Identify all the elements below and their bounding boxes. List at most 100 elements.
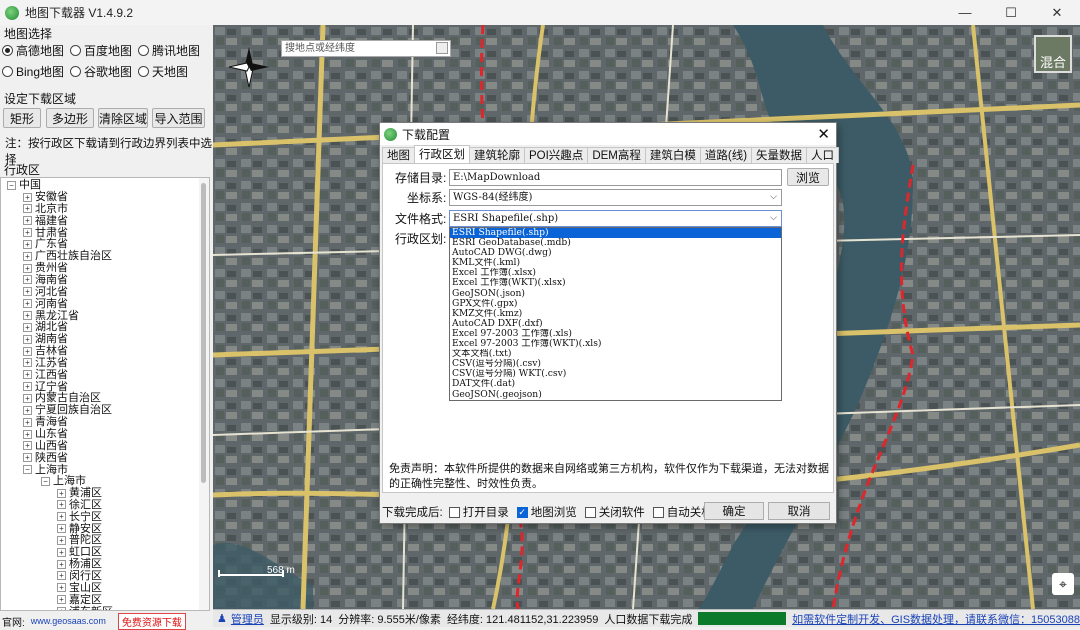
- tree-node-district[interactable]: + 普陀区: [57, 534, 102, 546]
- format-option[interactable]: AutoCAD DXF(.dxf): [450, 319, 781, 329]
- import-range-button[interactable]: 导入范围: [152, 108, 205, 128]
- tree-node-province[interactable]: + 宁夏回族自治区: [23, 404, 112, 416]
- tree-node-shanghai-city[interactable]: − 上海市: [41, 475, 86, 487]
- radio-baidu[interactable]: 百度地图: [70, 42, 132, 59]
- open-dir-checkbox[interactable]: 打开目录: [448, 504, 509, 520]
- radio-bing[interactable]: Bing地图: [2, 63, 64, 80]
- tree-node-province[interactable]: + 贵州省: [23, 262, 68, 274]
- tab-map[interactable]: 地图: [382, 147, 415, 163]
- format-option[interactable]: KML文件(.kml): [450, 258, 781, 268]
- tab-vector[interactable]: 矢量数据: [751, 147, 808, 163]
- tree-scrollbar[interactable]: [199, 178, 209, 610]
- tab-panel: 存储目录: E:\MapDownload 浏览 坐标系: WGS-84(经纬度)…: [382, 163, 834, 493]
- tree-node-district[interactable]: +浦东新区: [57, 606, 113, 610]
- rectangle-button[interactable]: 矩形: [3, 108, 41, 128]
- region-setting-title: 设定下载区域: [4, 92, 77, 106]
- tree-node-district[interactable]: + 嘉定区: [57, 594, 102, 606]
- tree-node-province[interactable]: + 江苏省: [23, 357, 68, 369]
- format-option[interactable]: DAT文件(.dat): [450, 379, 781, 389]
- format-select[interactable]: ESRI Shapefile(.shp) ⌵: [449, 210, 782, 227]
- locate-icon[interactable]: ⌖: [1052, 573, 1074, 595]
- tree-node-district[interactable]: + 长宁区: [57, 511, 102, 523]
- tree-node-province[interactable]: + 福建省: [23, 215, 68, 227]
- radio-gaode[interactable]: 高德地图: [2, 42, 64, 59]
- format-dropdown-list[interactable]: ESRI Shapefile(.shp) ESRI GeoDatabase(.md…: [449, 227, 782, 401]
- format-option[interactable]: GPX文件(.gpx): [450, 299, 781, 309]
- tab-dem[interactable]: DEM高程: [587, 147, 646, 163]
- close-button[interactable]: ✕: [1034, 0, 1080, 25]
- tree-node-province[interactable]: + 北京市: [23, 203, 68, 215]
- cancel-button[interactable]: 取消: [768, 502, 830, 520]
- crs-select[interactable]: WGS-84(经纬度) ⌵: [449, 189, 782, 206]
- tree-node-province[interactable]: + 辽宁省: [23, 381, 68, 393]
- tab-building-outline[interactable]: 建筑轮廓: [469, 147, 525, 163]
- format-option[interactable]: CSV(逗号分隔)(.csv): [450, 359, 781, 369]
- format-option[interactable]: Excel 工作簿(WKT)(.xlsx): [450, 278, 781, 288]
- radio-google[interactable]: 谷歌地图: [70, 63, 132, 80]
- tree-node-china[interactable]: − 中国: [7, 179, 41, 191]
- format-option[interactable]: Excel 97-2003 工作簿(.xls): [450, 329, 781, 339]
- tab-road[interactable]: 道路(线): [699, 147, 753, 163]
- tree-node-province[interactable]: + 海南省: [23, 274, 68, 286]
- tree-node-district[interactable]: + 静安区: [57, 523, 102, 535]
- minimize-button[interactable]: —: [942, 0, 988, 25]
- tree-node-province[interactable]: + 江西省: [23, 369, 68, 381]
- polygon-button[interactable]: 多边形: [46, 108, 94, 128]
- format-option[interactable]: GeoJSON(.geojson): [450, 390, 781, 400]
- tree-node-province[interactable]: + 广东省: [23, 238, 68, 250]
- format-option[interactable]: ESRI GeoDatabase(.mdb): [450, 238, 781, 248]
- region-tree[interactable]: − 中国 + 安徽省 + 北京市 + 福建省 + 甘肃省 + 广东省 + 广西壮族自治区 + 贵州省 + 海南省…: [0, 177, 210, 611]
- tree-node-province[interactable]: + 陕西省: [23, 452, 68, 464]
- browse-button[interactable]: 浏览: [787, 168, 829, 186]
- tree-node-province[interactable]: + 吉林省: [23, 345, 68, 357]
- tab-population[interactable]: 人口: [806, 147, 840, 163]
- tree-node-province[interactable]: + 湖北省: [23, 321, 68, 333]
- tree-node-province[interactable]: + 安徽省: [23, 191, 68, 203]
- tree-node-province[interactable]: + 湖南省: [23, 333, 68, 345]
- tree-node-province[interactable]: + 山东省: [23, 428, 68, 440]
- layer-switch-button[interactable]: 混合: [1034, 35, 1072, 73]
- format-option[interactable]: Excel 97-2003 工作簿(WKT)(.xls): [450, 339, 781, 349]
- tree-node-province[interactable]: + 甘肃省: [23, 227, 68, 239]
- map-browse-checkbox[interactable]: ✓ 地图浏览: [516, 504, 577, 520]
- format-option[interactable]: CSV(逗号分隔) WKT(.csv): [450, 369, 781, 379]
- tree-node-province[interactable]: + 黑龙江省: [23, 310, 79, 322]
- storage-path-field[interactable]: E:\MapDownload: [449, 169, 782, 186]
- map-search-input[interactable]: 搜地点或经纬度: [281, 40, 451, 57]
- format-option[interactable]: GeoJSON(.json): [450, 289, 781, 299]
- format-option[interactable]: 文本文档(.txt): [450, 349, 781, 359]
- tree-node-province[interactable]: + 广西壮族自治区: [23, 250, 112, 262]
- tree-node-district[interactable]: + 黄浦区: [57, 487, 102, 499]
- dialog-title: 下载配置: [402, 127, 451, 142]
- tab-admin-division[interactable]: 行政区划: [414, 145, 470, 163]
- tree-node-province[interactable]: − 上海市: [23, 464, 68, 476]
- left-panel: 地图选择 高德地图 百度地图 腾讯地图 Bing地图 谷歌地图 天地图 设定下载…: [0, 25, 213, 630]
- maximize-button[interactable]: ☐: [988, 0, 1034, 25]
- tree-node-district[interactable]: + 宝山区: [57, 582, 102, 594]
- tree-node-province[interactable]: + 河北省: [23, 286, 68, 298]
- format-option[interactable]: KMZ文件(.kmz): [450, 309, 781, 319]
- tab-poi[interactable]: POI兴趣点: [524, 147, 589, 163]
- tree-node-district[interactable]: + 杨浦区: [57, 558, 102, 570]
- clear-region-button[interactable]: 清除区域: [98, 108, 148, 128]
- tree-node-district[interactable]: + 闵行区: [57, 570, 102, 582]
- tree-node-district[interactable]: + 徐汇区: [57, 499, 102, 511]
- user-link[interactable]: 管理员: [231, 611, 264, 627]
- radio-tianditu[interactable]: 天地图: [138, 63, 188, 80]
- ok-button[interactable]: 确定: [704, 502, 764, 520]
- format-option[interactable]: Excel 工作簿(.xlsx): [450, 268, 781, 278]
- promo-link[interactable]: 如需软件定制开发、GIS数据处理，请联系微信：15053088: [792, 611, 1080, 627]
- tree-node-province[interactable]: + 青海省: [23, 416, 68, 428]
- tab-building-model[interactable]: 建筑白模: [644, 147, 701, 163]
- format-option[interactable]: AutoCAD DWG(.dwg): [450, 248, 781, 258]
- format-option[interactable]: ESRI Shapefile(.shp): [450, 228, 781, 239]
- tree-node-province[interactable]: + 河南省: [23, 298, 68, 310]
- tree-node-district[interactable]: + 虹口区: [57, 546, 102, 558]
- tree-node-province[interactable]: + 山西省: [23, 440, 68, 452]
- search-icon[interactable]: [436, 42, 448, 54]
- close-app-checkbox[interactable]: 关闭软件: [584, 504, 645, 520]
- website-link[interactable]: www.geosaas.com: [31, 616, 106, 626]
- tree-node-province[interactable]: + 内蒙古自治区: [23, 392, 101, 404]
- radio-tencent[interactable]: 腾讯地图: [138, 42, 200, 59]
- dialog-close-icon[interactable]: ✕: [817, 125, 830, 143]
